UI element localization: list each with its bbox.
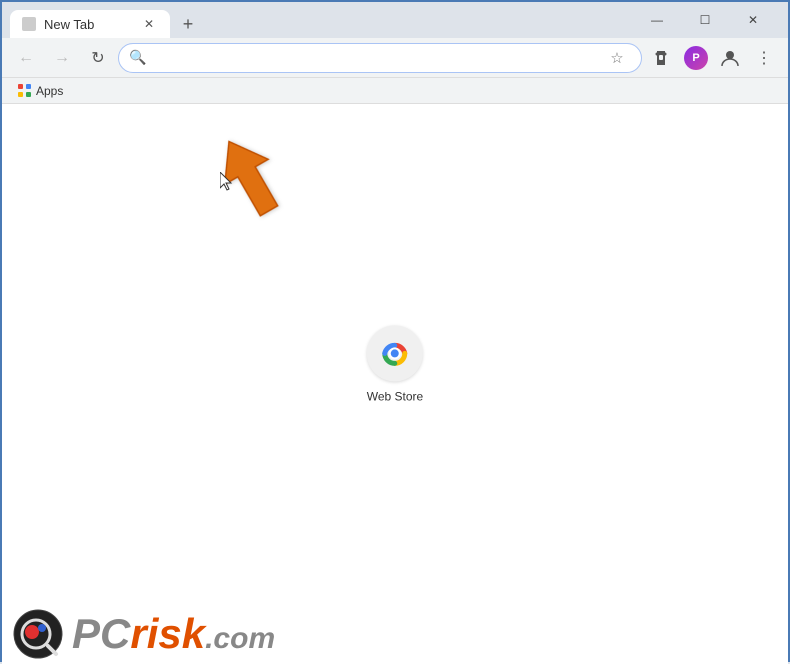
profile-area: P ⋮ — [646, 42, 780, 74]
apps-grid-icon — [18, 84, 32, 98]
pcrisk-watermark: PCrisk.com — [2, 604, 285, 664]
bookmarks-bar: Apps — [2, 78, 788, 104]
active-tab[interactable]: New Tab ✕ — [10, 10, 170, 38]
menu-button[interactable]: ⋮ — [748, 42, 780, 74]
profile-avatar: P — [684, 46, 708, 70]
pc-text: PC — [72, 610, 130, 657]
navigation-bar: ← → ↻ 🔍 ☆ P ⋮ — [2, 38, 788, 78]
title-bar: New Tab ✕ + — ☐ ✕ — [2, 2, 788, 38]
apps-label: Apps — [36, 84, 63, 98]
risk-text: risk — [130, 610, 205, 657]
account-icon — [719, 47, 741, 69]
pcrisk-text-block: PCrisk.com — [72, 610, 275, 658]
extensions-icon — [652, 48, 672, 68]
chrome-webstore-svg — [377, 335, 413, 371]
tab-area: New Tab ✕ + — [10, 2, 630, 38]
extension-icon-button[interactable] — [646, 42, 678, 74]
tab-title: New Tab — [44, 17, 132, 32]
new-tab-button[interactable]: + — [174, 10, 202, 38]
apps-bookmark[interactable]: Apps — [10, 82, 71, 100]
maximize-button[interactable]: ☐ — [682, 6, 728, 34]
bookmark-star-button[interactable]: ☆ — [603, 44, 631, 72]
forward-button[interactable]: → — [46, 42, 78, 74]
minimize-button[interactable]: — — [634, 6, 680, 34]
tab-favicon — [22, 17, 36, 31]
browser-content: Web Store PCrisk.com — [2, 104, 788, 664]
new-tab-page: Web Store — [2, 104, 788, 664]
com-text: .com — [205, 622, 275, 655]
back-button[interactable]: ← — [10, 42, 42, 74]
profile-button[interactable]: P — [680, 42, 712, 74]
window-controls: — ☐ ✕ — [630, 6, 780, 34]
web-store-icon — [367, 325, 423, 381]
reload-button[interactable]: ↻ — [82, 42, 114, 74]
address-bar-container[interactable]: 🔍 ☆ — [118, 43, 642, 73]
web-store-label: Web Store — [367, 389, 423, 403]
orange-arrow-annotation — [176, 105, 337, 274]
pcrisk-logo-icon — [12, 608, 64, 660]
web-store-shortcut[interactable]: Web Store — [357, 315, 433, 413]
address-input[interactable] — [152, 50, 597, 65]
tab-close-button[interactable]: ✕ — [140, 15, 158, 33]
account-button[interactable] — [714, 42, 746, 74]
close-button[interactable]: ✕ — [730, 6, 776, 34]
search-icon: 🔍 — [129, 49, 146, 66]
